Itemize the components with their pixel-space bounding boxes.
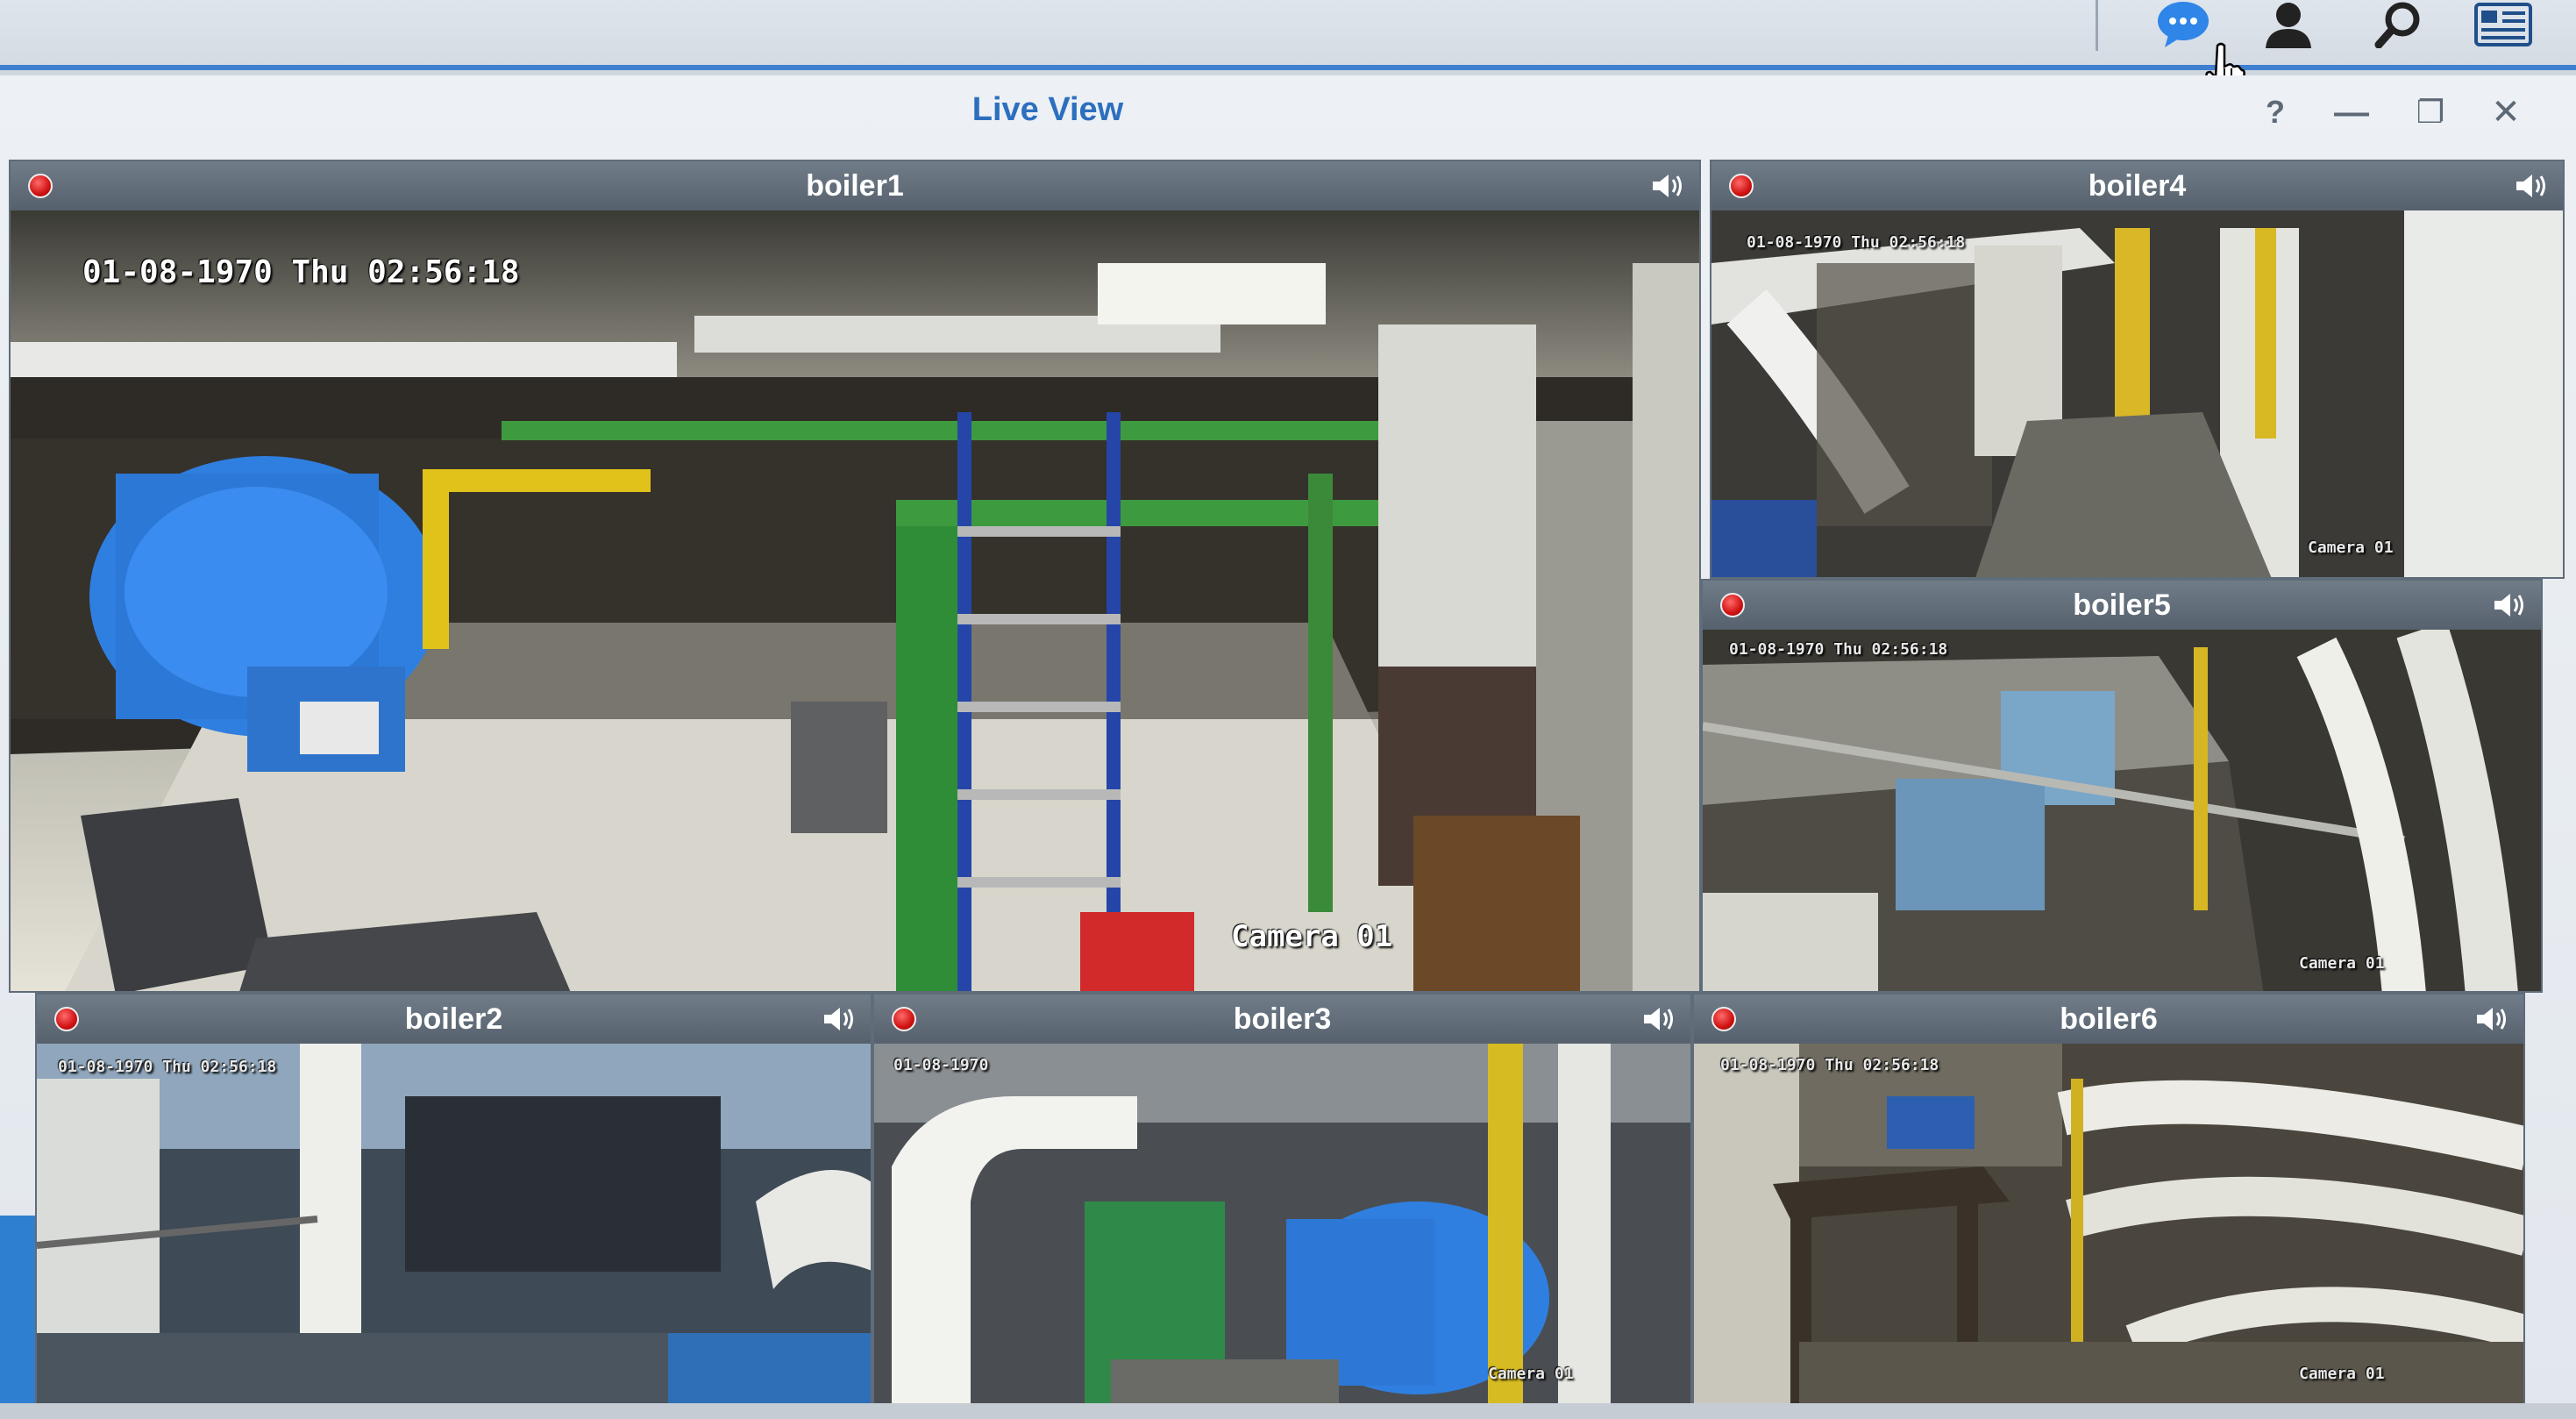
speaker-icon[interactable]	[2514, 172, 2549, 200]
camera-header: boiler2	[37, 995, 871, 1044]
sidebar-edge	[0, 1216, 35, 1419]
camera-feed: 01-08-1970 Thu 02:56:18 Camera 01	[1703, 630, 2541, 991]
camera-feed: 01-08-1970 Camera 01	[874, 1044, 1690, 1403]
camera-tile-boiler2[interactable]: boiler2 01-08-1970 Thu 02:56:18	[35, 993, 872, 1405]
camera-header: boiler3	[874, 995, 1690, 1044]
camera-tile-boiler5[interactable]: boiler5 01-08-1970 Thu 02:56:18 Camera 0…	[1701, 579, 2543, 993]
camera-header: boiler6	[1694, 995, 2523, 1044]
camera-feed: 01-08-1970 Thu 02:56:18	[37, 1044, 871, 1403]
camera-header: boiler4	[1711, 161, 2563, 210]
record-indicator-icon[interactable]	[28, 174, 53, 198]
speaker-icon[interactable]	[1641, 1005, 1676, 1033]
live-view-window: Live View ? — ❐ ✕ boiler1 01-08-1970 Thu…	[0, 75, 2576, 1419]
bottom-strip	[0, 1403, 2576, 1419]
camera-name: boiler6	[2060, 1002, 2158, 1036]
close-button[interactable]: ✕	[2480, 88, 2532, 137]
camera-header: boiler5	[1703, 581, 2541, 630]
camera-timestamp: 01-08-1970 Thu 02:56:18	[82, 254, 520, 290]
camera-header: boiler1	[11, 161, 1699, 210]
record-indicator-icon[interactable]	[892, 1007, 916, 1031]
speaker-icon[interactable]	[2474, 1005, 2509, 1033]
camera-tile-boiler4[interactable]: boiler4 01-08-1970 Thu 02:56:18 Camera 0…	[1710, 160, 2565, 579]
speaker-icon[interactable]	[822, 1005, 857, 1033]
camera-tile-boiler1[interactable]: boiler1 01-08-1970 Thu 02:56:18 Camera 0…	[9, 160, 1701, 993]
user-icon[interactable]	[2258, 0, 2319, 49]
record-indicator-icon[interactable]	[1711, 1007, 1736, 1031]
search-icon[interactable]	[2367, 0, 2429, 49]
taskbar	[0, 0, 2576, 98]
camera-timestamp: 01-08-1970 Thu 02:56:18	[1729, 640, 1948, 659]
camera-name: boiler4	[2088, 168, 2187, 203]
camera-timestamp: 01-08-1970	[893, 1056, 989, 1074]
speaker-icon[interactable]	[1650, 172, 1685, 200]
camera-timestamp: 01-08-1970 Thu 02:56:18	[1747, 233, 1966, 252]
camera-grid: boiler1 01-08-1970 Thu 02:56:18 Camera 0…	[0, 160, 2576, 1419]
camera-name: boiler5	[2073, 588, 2171, 622]
camera-timestamp: 01-08-1970 Thu 02:56:18	[1720, 1056, 1939, 1074]
record-indicator-icon[interactable]	[1720, 593, 1745, 617]
camera-tile-boiler6[interactable]: boiler6 01-08-1970 Thu 02:56:18 Camera 0…	[1692, 993, 2525, 1405]
record-indicator-icon[interactable]	[1729, 174, 1754, 198]
restore-button[interactable]: ❐	[2404, 88, 2457, 137]
speaker-icon[interactable]	[2492, 591, 2527, 619]
camera-tile-boiler3[interactable]: boiler3 01-08-1970 Camera 01	[872, 993, 1692, 1405]
camera-feed: 01-08-1970 Thu 02:56:18 Camera 01	[1694, 1044, 2523, 1403]
camera-label: Camera 01	[1231, 919, 1393, 954]
widgets-icon[interactable]	[2473, 0, 2534, 49]
camera-name: boiler1	[806, 168, 904, 203]
help-button[interactable]: ?	[2249, 88, 2302, 137]
minimize-button[interactable]: —	[2325, 88, 2378, 137]
camera-feed: 01-08-1970 Thu 02:56:18 Camera 01	[1711, 210, 2563, 577]
camera-label: Camera 01	[2299, 954, 2385, 973]
window-title: Live View	[971, 91, 1124, 128]
camera-name: boiler2	[404, 1002, 503, 1036]
record-indicator-icon[interactable]	[54, 1007, 79, 1031]
camera-label: Camera 01	[1488, 1365, 1574, 1383]
camera-name: boiler3	[1233, 1002, 1332, 1036]
taskbar-divider	[2096, 0, 2098, 51]
camera-feed: 01-08-1970 Thu 02:56:18 Camera 01	[11, 210, 1699, 991]
camera-label: Camera 01	[2308, 538, 2394, 557]
camera-timestamp: 01-08-1970 Thu 02:56:18	[58, 1058, 277, 1076]
camera-label: Camera 01	[2299, 1365, 2385, 1383]
